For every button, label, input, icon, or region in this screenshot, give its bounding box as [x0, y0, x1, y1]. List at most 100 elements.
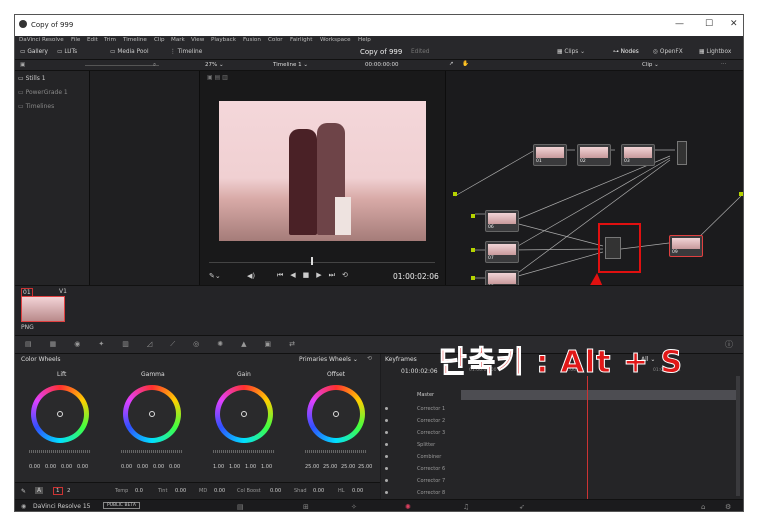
node-06[interactable]: 06: [485, 210, 519, 232]
clip-dropdown[interactable]: Clip ⌄: [642, 62, 659, 68]
transport-controls[interactable]: ⏮◀■▶⏭⟲: [277, 271, 355, 280]
viewer-mode-icon[interactable]: ▣ ▤ ▥: [207, 74, 228, 81]
eyedropper-icon[interactable]: ✎⌄: [209, 272, 221, 280]
gain-g[interactable]: 1.00: [245, 464, 256, 470]
nodes-button[interactable]: ⊶ Nodes: [613, 49, 639, 55]
info-icon[interactable]: ⓘ: [725, 339, 733, 350]
page-edit-icon[interactable]: ⊞: [303, 503, 309, 511]
auto-balance-icon[interactable]: A: [35, 487, 44, 494]
gallery-zoom-slider[interactable]: [85, 65, 159, 66]
timeline-dropdown[interactable]: Timeline 1 ⌄: [273, 62, 308, 68]
lift-master-dial[interactable]: [29, 450, 91, 453]
keyframes-scrollbar[interactable]: [736, 376, 740, 496]
gamma-dot[interactable]: [149, 411, 155, 417]
menu-mark[interactable]: Mark: [171, 37, 185, 43]
shad-value[interactable]: 0.00: [313, 488, 324, 494]
scrubber-playhead[interactable]: [311, 257, 313, 265]
colboost-value[interactable]: 0.00: [270, 488, 281, 494]
openfx-button[interactable]: ◎ OpenFX: [653, 49, 683, 55]
volume-icon[interactable]: ◀): [247, 272, 255, 280]
offset-y[interactable]: 25.00: [305, 464, 319, 470]
tint-value[interactable]: 0.00: [175, 488, 186, 494]
menu-view[interactable]: View: [191, 37, 204, 43]
gamma-g[interactable]: 0.00: [153, 464, 164, 470]
gallery-item-stills[interactable]: ▭ Stills 1: [18, 75, 46, 82]
page-media-icon[interactable]: ▤: [237, 503, 244, 511]
gain-b[interactable]: 1.00: [261, 464, 272, 470]
page-2[interactable]: 2: [67, 488, 71, 494]
node-02[interactable]: 02: [577, 144, 611, 166]
reset-all-icon[interactable]: ⟲: [367, 355, 372, 362]
menu-fusion[interactable]: Fusion: [243, 37, 261, 43]
page-fairlight-icon[interactable]: ♫: [463, 503, 469, 511]
clip-thumbnail[interactable]: [21, 296, 65, 322]
menu-file[interactable]: File: [71, 37, 80, 43]
minimize-button[interactable]: —: [675, 19, 684, 29]
node-09[interactable]: 09: [669, 235, 703, 257]
lightbox-button[interactable]: ▦ Lightbox: [699, 49, 731, 55]
gallery-item-powergrade[interactable]: ▭ PowerGrade 1: [18, 89, 68, 96]
kf-row-4[interactable]: Splitter: [381, 439, 461, 451]
md-value[interactable]: 0.00: [214, 488, 225, 494]
combiner-node[interactable]: [677, 141, 687, 165]
panel-toggle-icon[interactable]: ▣: [20, 62, 25, 68]
page-fusion-icon[interactable]: ✧: [351, 503, 357, 511]
menu-workspace[interactable]: Workspace: [320, 37, 351, 43]
lift-dot[interactable]: [57, 411, 63, 417]
kf-row-7[interactable]: Corrector 7: [381, 475, 461, 487]
settings-icon[interactable]: ⚙: [725, 503, 731, 511]
home-icon[interactable]: ⌂: [701, 503, 705, 511]
gain-master-dial[interactable]: [213, 450, 275, 453]
menu-color[interactable]: Color: [268, 37, 283, 43]
menu-trim[interactable]: Trim: [104, 37, 116, 43]
page-color-icon[interactable]: ✺: [405, 503, 411, 511]
gamma-wheel[interactable]: [123, 385, 181, 443]
kf-row-6[interactable]: Corrector 6: [381, 463, 461, 475]
kf-row-1[interactable]: Corrector 1: [381, 403, 461, 415]
gamma-r[interactable]: 0.00: [137, 464, 148, 470]
keyframes-playhead[interactable]: [587, 376, 588, 499]
palette-icons[interactable]: ▤▦◉✦▥◿⟋◎✺▲▣⇄: [25, 340, 313, 349]
gain-wheel[interactable]: [215, 385, 273, 443]
node-01[interactable]: 01: [533, 144, 567, 166]
timeline-tab[interactable]: ⋮ Timeline: [170, 49, 202, 55]
lift-y[interactable]: 0.00: [29, 464, 40, 470]
lift-g[interactable]: 0.00: [61, 464, 72, 470]
clips-button[interactable]: ▦ Clips ⌄: [557, 49, 585, 55]
menu-edit[interactable]: Edit: [87, 37, 98, 43]
menu-fairlight[interactable]: Fairlight: [290, 37, 312, 43]
viewer-scrubber[interactable]: [209, 262, 435, 263]
gallery-item-timelines[interactable]: ▭ Timelines: [18, 103, 54, 110]
zoom-dropdown[interactable]: 27% ⌄: [205, 62, 224, 68]
gain-dot[interactable]: [241, 411, 247, 417]
page-1[interactable]: 1: [53, 487, 63, 495]
temp-value[interactable]: 0.0: [135, 488, 143, 494]
kf-row-3[interactable]: Corrector 3: [381, 427, 461, 439]
search-icon[interactable]: ⌕: [153, 62, 156, 69]
menu-timeline[interactable]: Timeline: [123, 37, 147, 43]
node-03[interactable]: 03: [621, 144, 655, 166]
close-button[interactable]: ✕: [730, 19, 738, 29]
offset-wheel[interactable]: [307, 385, 365, 443]
gamma-b[interactable]: 0.00: [169, 464, 180, 470]
menu-davinci[interactable]: DaVinci Resolve: [19, 37, 64, 43]
gamma-y[interactable]: 0.00: [121, 464, 132, 470]
lift-wheel[interactable]: [31, 385, 89, 443]
kf-row-8[interactable]: Corrector 8: [381, 487, 461, 499]
menu-clip[interactable]: Clip: [154, 37, 165, 43]
offset-dot[interactable]: [333, 411, 339, 417]
page-deliver-icon[interactable]: ➶: [519, 503, 525, 511]
pointer-icon[interactable]: ➚: [449, 61, 454, 67]
media-pool-tab[interactable]: ▭ Media Pool: [110, 49, 149, 55]
lift-b[interactable]: 0.00: [77, 464, 88, 470]
node-editor[interactable]: 01 02 03 06 07 08 09: [445, 71, 743, 350]
lift-r[interactable]: 0.00: [45, 464, 56, 470]
gain-y[interactable]: 1.00: [213, 464, 224, 470]
menu-playback[interactable]: Playback: [211, 37, 236, 43]
gamma-master-dial[interactable]: [121, 450, 183, 453]
menu-help[interactable]: Help: [358, 37, 371, 43]
offset-master-dial[interactable]: [305, 450, 367, 453]
hand-icon[interactable]: ✋: [462, 61, 469, 67]
kf-row-5[interactable]: Combiner: [381, 451, 461, 463]
picker-icon[interactable]: ✎: [21, 488, 26, 495]
